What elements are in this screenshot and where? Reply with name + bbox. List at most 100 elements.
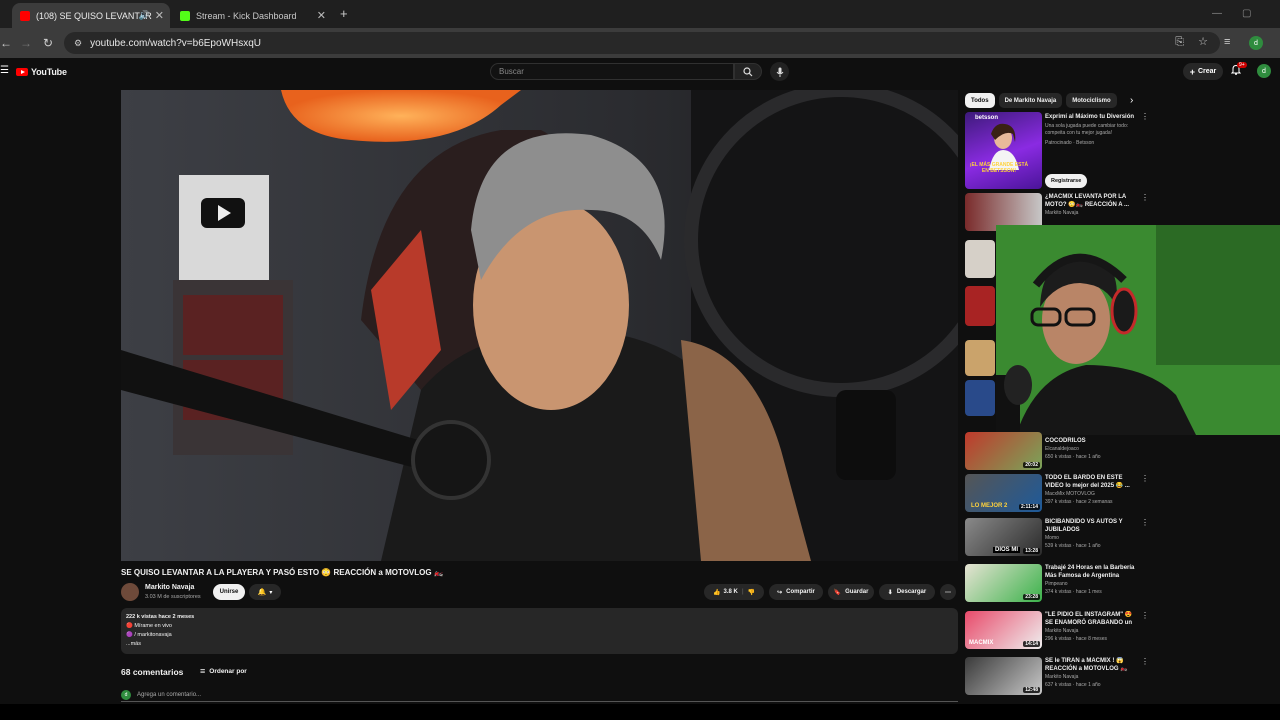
save-label: Guardar [845,589,869,595]
voice-search-button[interactable] [770,62,789,81]
tab-kick[interactable]: Stream - Kick Dashboard ✕ [172,3,332,28]
video-frame-image [121,90,958,561]
save-button[interactable]: 🔖 Guardar [828,584,874,600]
video-thumbnail[interactable]: 20:02 [965,432,1042,470]
video-thumbnail[interactable]: LO MEJOR 2 2:11:14 [965,474,1042,512]
more-vertical-icon[interactable]: ⋮ [1141,474,1149,483]
chip-todos[interactable]: Todos [965,93,995,108]
list-item[interactable]: MACMIX 14:14 "LE PIDIÓ EL INSTAGRAM" 😍 S… [965,611,1150,651]
join-button[interactable]: Unirse [213,584,245,600]
reload-icon[interactable]: ↻ [43,36,53,50]
subscription-bell-button[interactable]: 🔔 ▾ [249,584,281,600]
yt-account-avatar[interactable]: d [1257,64,1271,78]
install-icon[interactable]: ⎘ [1175,36,1184,49]
add-comment-input[interactable]: d Agrega un comentario... [121,688,958,702]
search-icon [743,66,753,76]
list-item[interactable]: 20:02 COCODRILOS Elcanaldejoaco 650 k vi… [965,432,1150,472]
thumbnail-overlay-text: DIOS MI [993,547,1021,553]
channel-name[interactable]: Markito Navaja [145,584,194,591]
menu-icon[interactable]: ☰ [0,65,9,76]
video-thumbnail[interactable]: 12:48 [965,657,1042,695]
list-item[interactable]: DIOS MI 13:28 BICIBANDIDO VS AUTOS Y JUB… [965,518,1150,558]
more-vertical-icon[interactable]: ⋮ [1141,518,1149,527]
sponsored-ad[interactable]: betsson ¡EL MÁS GRANDE ESTÁ EN BETSSON! … [965,112,1150,190]
media-control-icon[interactable]: ≡ [1224,36,1230,48]
bookmark-icon: 🔖 [833,589,842,596]
bookmark-star-icon[interactable]: ☆ [1198,35,1208,48]
tab-close-icon[interactable]: ✕ [317,9,326,22]
profile-avatar[interactable]: d [1249,36,1263,50]
show-more-link[interactable]: ...más [126,640,953,649]
card-stats: 397 k vistas · hace 2 semanas [1045,499,1113,505]
download-button[interactable]: ⬇ Descargar [879,584,935,600]
tab-kick-label: Stream - Kick Dashboard [196,10,297,21]
share-icon: ↪ [777,589,783,596]
list-item[interactable]: 23:28 Trabajé 24 Horas en la Barbería Má… [965,564,1150,604]
create-label: Crear [1197,68,1217,75]
site-info-icon[interactable]: ⚙ [74,38,82,49]
minimize-icon[interactable]: — [1212,8,1222,19]
youtube-logo[interactable]: YouTube [16,67,67,77]
youtube-masthead: ☰ YouTube Buscar + Crear 9+ d [0,58,1280,86]
back-icon[interactable]: ← [0,36,12,50]
video-thumbnail[interactable] [965,380,995,416]
card-channel: Markito Navaja [1045,628,1079,634]
sort-comments-button[interactable]: ≡ Ordenar por [200,666,247,676]
maximize-icon[interactable]: ▢ [1242,8,1251,19]
thumbs-down-icon: 👎 [747,589,755,596]
sort-icon: ≡ [200,666,206,676]
channel-row: Markito Navaja 3.03 M de suscriptores Un… [121,582,958,604]
card-stats: 637 k vistas · hace 1 año [1045,682,1101,688]
video-thumbnail[interactable] [965,340,995,376]
tab-youtube[interactable]: (108) SE QUISO LEVANTAR 🔊 ✕ [12,3,170,28]
address-bar[interactable]: ⚙ youtube.com/watch?v=b6EpoWHsxqU ⎘ ☆ [64,32,1220,54]
speaker-icon[interactable]: 🔊 [139,10,150,21]
notifications-button[interactable]: 9+ [1231,62,1247,75]
new-tab-button[interactable]: + [340,6,348,21]
description-line: 🔴 Mírame en vivo [126,623,172,629]
more-vertical-icon[interactable]: ⋮ [1141,657,1149,666]
chevron-down-icon: ▾ [269,589,273,596]
more-vertical-icon[interactable]: ⋮ [1141,193,1149,202]
share-button[interactable]: ↪ Compartir [769,584,823,600]
register-button[interactable]: Registrarse [1045,174,1088,188]
create-button[interactable]: + Crear [1183,63,1223,80]
video-duration: 14:14 [1023,641,1040,647]
channel-avatar[interactable] [121,583,139,601]
thumbs-up-icon: 👍 [713,589,721,596]
tab-youtube-label: (108) SE QUISO LEVANTAR [36,10,152,21]
description-line[interactable]: 🟣 / markitonavaja [126,631,953,640]
description-box[interactable]: 222 k vistas hace 2 meses 🔴 Mírame en vi… [121,608,958,654]
video-player[interactable] [121,90,958,561]
more-vertical-icon[interactable]: ⋮ [1141,611,1149,620]
search-input[interactable]: Buscar [490,63,734,80]
card-channel: Momo [1045,535,1059,541]
list-item[interactable]: 12:48 SE le TIRAN a MACMIX ! 😱 REACCIÓN … [965,657,1150,697]
tab-close-icon[interactable]: ✕ [155,9,164,22]
more-actions-button[interactable]: ⋯ [940,584,956,600]
thumbnail-overlay-text: LO MEJOR 2 [971,503,1008,509]
card-stats: 296 k vistas · hace 8 meses [1045,636,1107,642]
video-thumbnail[interactable] [965,240,995,278]
chevron-right-icon[interactable]: › [1130,95,1133,106]
sort-label: Ordenar por [209,667,247,675]
subscriber-count: 3.03 M de suscriptores [145,594,201,600]
card-title: "LE PIDIÓ EL INSTAGRAM" 😍 SE ENAMORÓ GRA… [1045,612,1133,626]
bell-icon: 🔔 [257,589,267,596]
more-vertical-icon[interactable]: ⋮ [1141,112,1149,121]
video-thumbnail[interactable]: 23:28 [965,564,1042,602]
dislike-button[interactable]: 👎 [748,589,755,596]
list-item[interactable]: LO MEJOR 2 2:11:14 TODO EL BARDO EN ÉSTE… [965,474,1150,514]
chip-motociclismo[interactable]: Motociclismo [1066,93,1117,108]
chip-channel[interactable]: De Markito Navaja [998,93,1063,108]
related-filter-chips: Todos De Markito Navaja Motociclismo [965,93,1117,109]
video-thumbnail[interactable]: DIOS MI 13:28 [965,518,1042,556]
more-horizontal-icon: ⋯ [945,589,951,596]
forward-icon[interactable]: → [20,36,32,50]
ad-thumbnail[interactable]: betsson ¡EL MÁS GRANDE ESTÁ EN BETSSON! [965,112,1042,189]
like-button[interactable]: 👍 3.8 K [713,589,738,596]
video-thumbnail[interactable] [965,286,995,326]
search-button[interactable] [734,63,762,80]
card-title: Trabajé 24 Horas en la Barbería Más Famo… [1045,565,1135,579]
video-thumbnail[interactable]: MACMIX 14:14 [965,611,1042,649]
